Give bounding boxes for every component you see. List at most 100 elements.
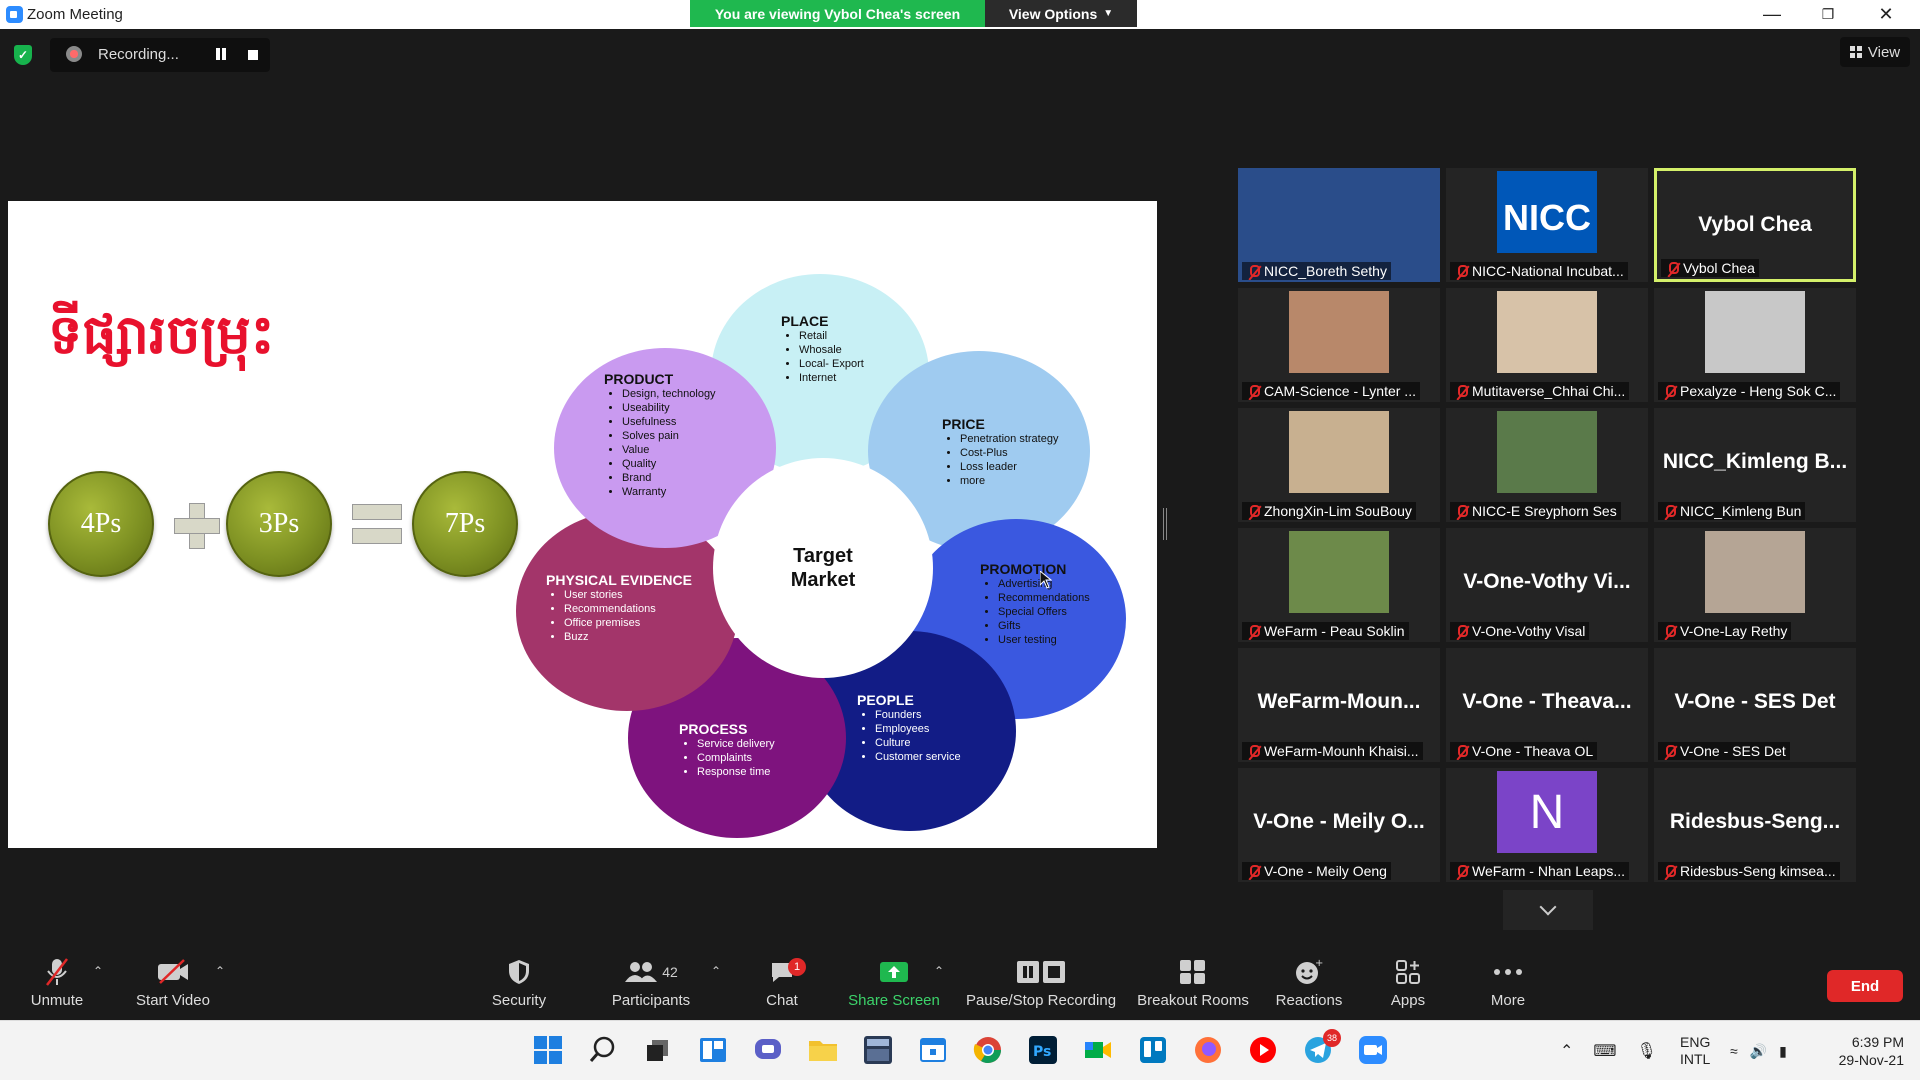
teams-chat-icon[interactable] — [753, 1035, 783, 1065]
participant-tile[interactable]: NICC NICC-National Incubat... — [1446, 168, 1648, 282]
place-list: RetailWhosaleLocal- ExportInternet — [799, 329, 864, 385]
microphone-icon[interactable]: 🎙 — [1637, 1041, 1657, 1061]
participants-icon: 42 — [608, 952, 694, 992]
input-language[interactable]: ENG INTL — [1680, 1021, 1710, 1080]
unmute-button[interactable]: Unmute — [20, 952, 94, 1020]
restore-button[interactable]: ❐ — [1800, 0, 1856, 29]
windows-taskbar: Ps 38 ⌃ ⌨ 🎙 ENG INTL ≈ 🔊 ▮ 6:39 PM 29-No… — [0, 1020, 1920, 1080]
participant-name: WeFarm-Mounh Khaisi... — [1264, 743, 1419, 759]
apps-icon — [1378, 952, 1438, 992]
ps-circle-3ps: 3Ps — [226, 471, 332, 577]
participant-tile[interactable]: Mutitaverse_Chhai Chi... — [1446, 288, 1648, 402]
zoom-app-icon — [6, 6, 23, 23]
status-icons[interactable]: ≈ 🔊 ▮ — [1730, 1021, 1787, 1080]
close-button[interactable]: ✕ — [1858, 0, 1914, 29]
photoshop-icon[interactable]: Ps — [1028, 1035, 1058, 1065]
chat-button[interactable]: 1 Chat — [752, 952, 812, 1020]
breakout-rooms-icon — [1135, 952, 1251, 992]
participant-tile[interactable]: NICC_Boreth Sethy — [1238, 168, 1440, 282]
list-item: Employees — [875, 722, 961, 736]
chrome-icon[interactable] — [973, 1035, 1003, 1065]
slide-title: ទីផ្សារចម្រុះ — [48, 303, 275, 366]
participant-tile[interactable]: NICC_Kimleng B... NICC_Kimleng Bun — [1654, 408, 1856, 522]
end-meeting-button[interactable]: End — [1827, 970, 1903, 1002]
audio-options-caret[interactable]: ⌃ — [93, 964, 103, 978]
apps-button[interactable]: Apps — [1378, 952, 1438, 1020]
list-item: Usefulness — [622, 415, 716, 429]
meeting-toolbar: Unmute ⌃ Start Video ⌃ Security 42 Parti… — [0, 952, 1920, 1020]
trello-icon[interactable] — [1138, 1035, 1168, 1065]
breakout-rooms-button[interactable]: Breakout Rooms — [1135, 952, 1251, 1020]
participant-name-display: WeFarm-Moun... — [1257, 690, 1421, 713]
stop-recording-icon[interactable] — [248, 50, 258, 60]
participant-tile[interactable]: V-One - Theava... V-One - Theava OL — [1446, 648, 1648, 762]
minimize-button[interactable]: — — [1744, 0, 1800, 29]
clock[interactable]: 6:39 PM 29-Nov-21 — [1832, 1021, 1904, 1080]
splitter-handle[interactable] — [1163, 508, 1167, 540]
participants-button[interactable]: 42 Participants — [608, 952, 694, 1020]
participant-name-display: V-One - Meily O... — [1253, 810, 1425, 833]
chat-unread-badge: 1 — [788, 958, 806, 976]
calculator-app-icon[interactable] — [863, 1035, 893, 1065]
participant-tile[interactable]: WeFarm - Peau Soklin — [1238, 528, 1440, 642]
participant-tile[interactable]: Pexalyze - Heng Sok C... — [1654, 288, 1856, 402]
svg-text:+: + — [1315, 958, 1323, 969]
participant-name-display: Vybol Chea — [1698, 213, 1812, 236]
start-menu-icon[interactable] — [533, 1035, 563, 1065]
physical-evidence-title: PHYSICAL EVIDENCE — [546, 572, 692, 588]
telegram-icon[interactable]: 38 — [1303, 1029, 1341, 1065]
share-options-caret[interactable]: ⌃ — [934, 964, 944, 978]
pause-stop-recording-button[interactable]: Pause/Stop Recording — [965, 952, 1117, 1020]
view-layout-button[interactable]: View — [1840, 37, 1910, 67]
show-hidden-icons-icon[interactable]: ⌃ — [1560, 1041, 1573, 1061]
firefox-icon[interactable] — [1193, 1035, 1223, 1065]
list-item: Loss leader — [960, 460, 1058, 474]
task-view-icon[interactable] — [643, 1035, 673, 1065]
reactions-button[interactable]: + Reactions — [1266, 952, 1352, 1020]
video-options-caret[interactable]: ⌃ — [215, 964, 225, 978]
participant-name: V-One - SES Det — [1680, 743, 1786, 759]
participant-tile[interactable]: V-One - SES Det V-One - SES Det — [1654, 648, 1856, 762]
share-screen-button[interactable]: Share Screen — [846, 952, 942, 1020]
zoom-taskbar-icon[interactable] — [1358, 1035, 1388, 1065]
share-screen-label: Share Screen — [848, 992, 940, 1009]
view-options-button[interactable]: View Options ▼ — [985, 0, 1137, 27]
file-explorer-icon[interactable] — [808, 1035, 838, 1065]
window-title: Zoom Meeting — [27, 6, 123, 23]
zoom-window: Zoom Meeting You are viewing Vybol Chea'… — [0, 0, 1920, 1080]
participant-tile[interactable]: Vybol Chea Vybol Chea — [1654, 168, 1856, 282]
participant-tile[interactable]: NICC-E Sreyphorn Ses — [1446, 408, 1648, 522]
participants-count: 42 — [662, 964, 678, 980]
participant-tile[interactable]: V-One-Vothy Vi... V-One-Vothy Visal — [1446, 528, 1648, 642]
participant-name-label: Mutitaverse_Chhai Chi... — [1450, 382, 1630, 400]
muted-mic-icon — [1666, 505, 1676, 517]
participant-tile[interactable]: V-One-Lay Rethy — [1654, 528, 1856, 642]
price-text: PRICE Penetration strategyCost-PlusLoss … — [942, 416, 1058, 488]
participant-tile[interactable]: WeFarm-Moun... WeFarm-Mounh Khaisi... — [1238, 648, 1440, 762]
keyboard-icon[interactable]: ⌨ — [1593, 1041, 1616, 1061]
chat-label: Chat — [766, 992, 798, 1009]
participant-tile[interactable]: N WeFarm - Nhan Leaps... — [1446, 768, 1648, 882]
security-button[interactable]: Security — [485, 952, 553, 1020]
list-item: Gifts — [998, 619, 1090, 633]
encryption-shield-icon[interactable]: ✓ — [14, 45, 32, 65]
participants-options-caret[interactable]: ⌃ — [711, 964, 721, 978]
participant-tile[interactable]: CAM-Science - Lynter ... — [1238, 288, 1440, 402]
more-button[interactable]: More — [1478, 952, 1538, 1020]
participant-tile[interactable]: Ridesbus-Seng... Ridesbus-Seng kimsea... — [1654, 768, 1856, 882]
security-label: Security — [491, 992, 547, 1009]
participant-tile[interactable]: V-One - Meily O... V-One - Meily Oeng — [1238, 768, 1440, 882]
participant-tile[interactable]: ZhongXin-Lim SouBouy — [1238, 408, 1440, 522]
list-item: Local- Export — [799, 357, 864, 371]
pause-recording-icon[interactable] — [215, 48, 227, 62]
participant-video — [1289, 531, 1389, 613]
widgets-icon[interactable] — [698, 1035, 728, 1065]
youtube-music-icon[interactable] — [1248, 1035, 1278, 1065]
start-video-button[interactable]: Start Video — [130, 952, 216, 1020]
google-meet-icon[interactable] — [1083, 1035, 1113, 1065]
calendar-app-icon[interactable] — [918, 1035, 948, 1065]
search-icon[interactable] — [588, 1035, 618, 1065]
gallery-next-page-button[interactable] — [1503, 890, 1593, 930]
muted-mic-icon — [1666, 865, 1676, 877]
list-item: Whosale — [799, 343, 864, 357]
